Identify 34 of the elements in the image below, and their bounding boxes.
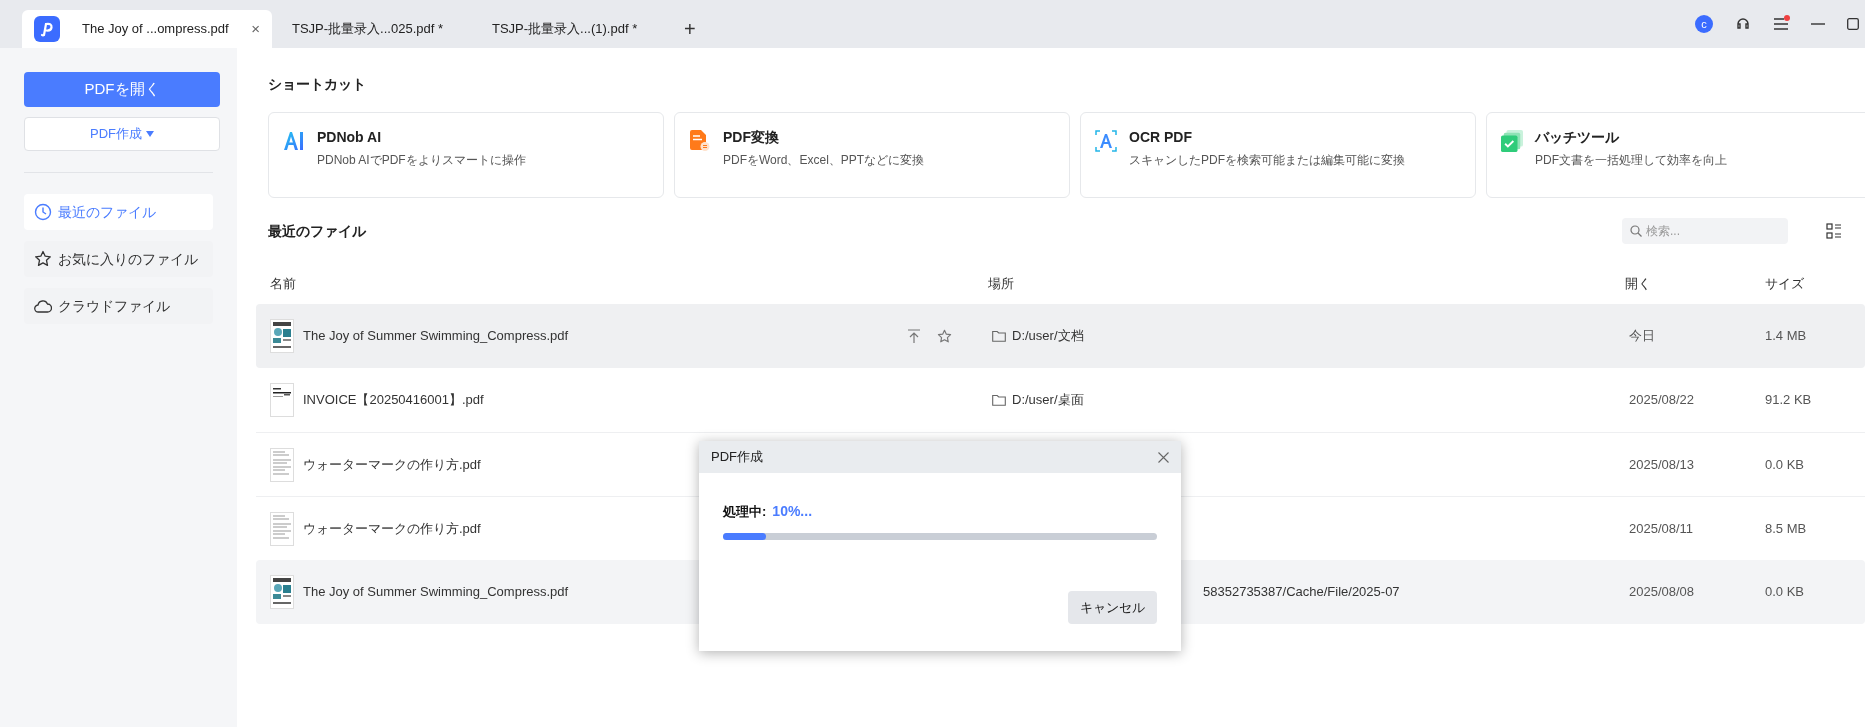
section-heading: ショートカット: [268, 75, 367, 94]
opened-date: 2025/08/11: [1628, 519, 1695, 538]
file-size: 0.0 KB: [1765, 455, 1806, 474]
opened-date: 今日: [1628, 327, 1656, 346]
dialog-title: PDF作成: [711, 448, 763, 467]
tab-title: TSJP-批量录入...025.pdf *: [292, 20, 443, 39]
file-name: The Joy of Summer Swimming_Compress.pdf: [303, 327, 569, 346]
file-name: The Joy of Summer Swimming_Compress.pdf: [303, 583, 569, 602]
file-size: 1.4 MB: [1765, 327, 1808, 346]
file-name: ウォーターマークの作り方.pdf: [303, 455, 481, 474]
tab-title: The Joy of ...ompress.pdf: [82, 20, 229, 39]
card-description: PDNob AIでPDFをよりスマートに操作: [317, 152, 526, 169]
section-heading: 最近のファイル: [268, 221, 366, 241]
file-location: D:/user/文档: [1012, 327, 1084, 346]
progress-percent: 10%...: [772, 502, 813, 521]
opened-date: 2025/08/08: [1628, 583, 1696, 602]
opened-date: 2025/08/22: [1628, 391, 1696, 410]
status-label: 処理中:: [723, 502, 767, 521]
file-location: D:/user/桌面: [1012, 391, 1084, 410]
card-title: OCR PDF: [1129, 128, 1193, 147]
tab-title: TSJP-批量录入...(1).pdf *: [492, 20, 638, 39]
file-location: 58352735387/Cache/File/2025-07: [1203, 583, 1400, 602]
opened-date: 2025/08/13: [1628, 455, 1696, 474]
card-description: スキャンしたPDFを検索可能または編集可能に変換: [1129, 152, 1405, 169]
file-size: 8.5 MB: [1765, 519, 1808, 538]
file-size: 91.2 KB: [1765, 391, 1813, 410]
card-title: バッチツール: [1535, 128, 1620, 147]
card-title: PDNob AI: [317, 128, 383, 147]
file-name: ウォーターマークの作り方.pdf: [303, 519, 481, 538]
card-description: PDFをWord、Excel、PPTなどに変換: [723, 152, 925, 169]
file-name: INVOICE【20250416001】.pdf: [303, 391, 484, 410]
card-description: PDF文書を一括処理して効率を向上: [1535, 152, 1727, 169]
file-size: 0.0 KB: [1765, 583, 1806, 602]
card-title: PDF変換: [723, 128, 780, 147]
